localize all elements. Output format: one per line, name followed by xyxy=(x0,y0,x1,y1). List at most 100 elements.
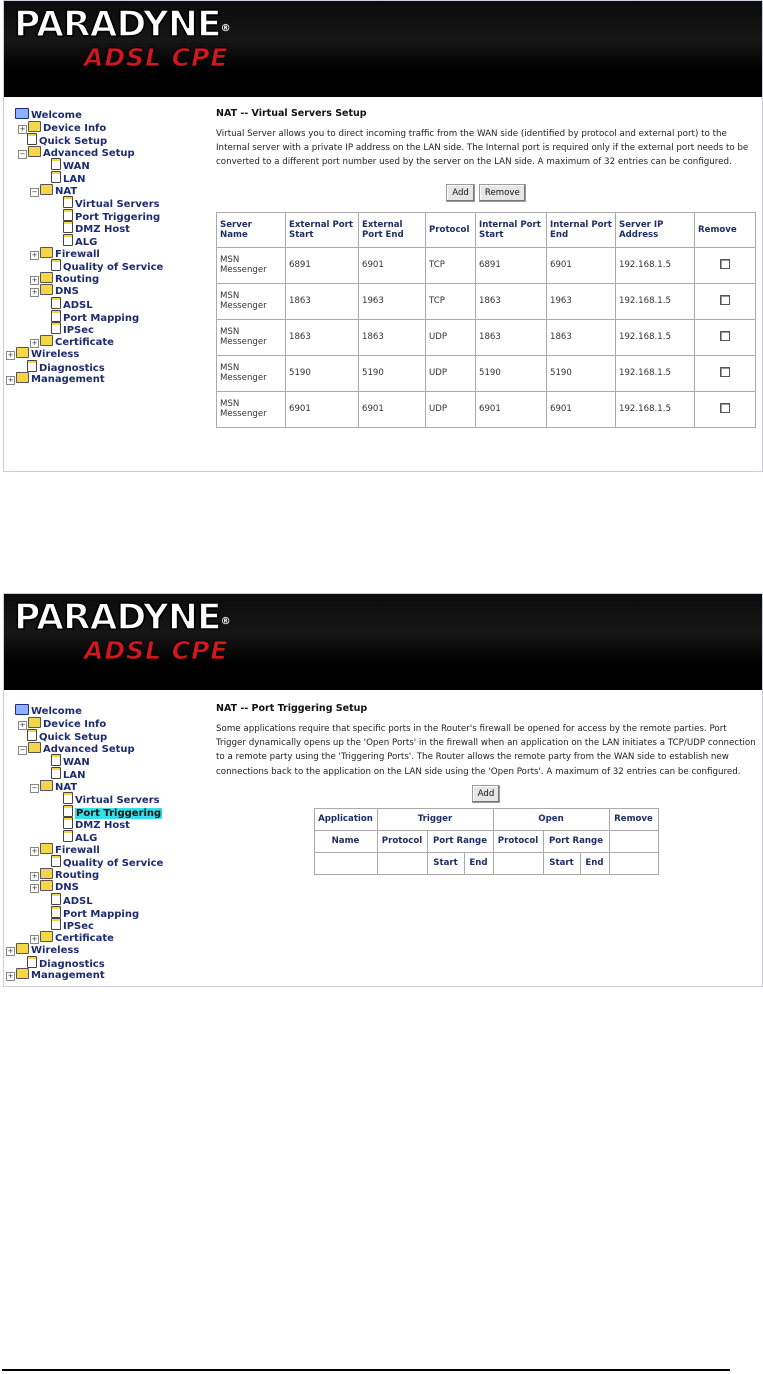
remove-button[interactable]: Remove xyxy=(478,183,526,202)
nav-item-device-info[interactable]: + Device Info xyxy=(6,120,196,134)
nav-item-adsl[interactable]: ADSL xyxy=(6,892,196,907)
nav-item-virtual-servers[interactable]: Virtual Servers xyxy=(6,196,196,210)
nav-item-ipsec[interactable]: IPSec xyxy=(6,322,196,336)
nav-item-virtual-servers[interactable]: Virtual Servers xyxy=(6,792,196,806)
int-port-start-cell: 6891 xyxy=(475,246,547,284)
nav-item-port-mapping[interactable]: Port Mapping xyxy=(6,905,196,920)
nav-item-quality-of-service[interactable]: Quality of Service xyxy=(6,259,196,273)
nav-item-alg[interactable]: ALG xyxy=(6,829,196,844)
nav-item-label: Device Info xyxy=(43,122,107,134)
nav-item-quality-of-service[interactable]: Quality of Service xyxy=(6,855,196,869)
nav-item-firewall[interactable]: + Firewall xyxy=(6,246,196,260)
remove-checkbox[interactable] xyxy=(720,330,730,341)
protocol-cell: UDP xyxy=(425,354,476,392)
computer-icon xyxy=(15,108,29,119)
page-description: Virtual Server allows you to direct inco… xyxy=(216,129,749,168)
nav-item-quick-setup[interactable]: Quick Setup xyxy=(6,133,196,147)
nav-item-routing[interactable]: + Routing xyxy=(6,271,196,285)
nav-item-dns[interactable]: + DNS xyxy=(6,880,196,894)
nav-item-label: NAT xyxy=(55,781,78,793)
remove-checkbox[interactable] xyxy=(720,366,730,377)
protocol-cell: TCP xyxy=(425,246,476,284)
folder-icon xyxy=(16,943,29,955)
page-icon xyxy=(51,296,61,309)
nav-item-quick-setup[interactable]: Quick Setup xyxy=(6,729,196,743)
nav-item-nat[interactable]: − NAT xyxy=(6,779,196,793)
nav-item-label: Certificate xyxy=(55,932,114,944)
nav-item-port-triggering[interactable]: Port Triggering xyxy=(6,804,196,819)
page-title: NAT -- Port Triggering Setup xyxy=(216,703,368,714)
nav-item-ipsec[interactable]: IPSec xyxy=(6,918,196,932)
folder-icon xyxy=(40,880,53,892)
main-content: NAT -- Virtual Servers Setup Virtual Ser… xyxy=(216,108,756,428)
expand-icon[interactable]: + xyxy=(6,376,15,386)
nav-item-diagnostics[interactable]: Diagnostics xyxy=(6,359,196,374)
nav-item-label: Advanced Setup xyxy=(43,147,135,159)
nav-item-welcome[interactable]: Welcome xyxy=(6,108,196,121)
nav-item-dns[interactable]: + DNS xyxy=(6,284,196,298)
nav-item-lan[interactable]: LAN xyxy=(6,170,196,185)
add-button[interactable]: Add xyxy=(446,183,475,202)
page-title: NAT -- Virtual Servers Setup xyxy=(216,108,367,119)
protocol-cell: TCP xyxy=(425,282,476,320)
nav-item-wireless[interactable]: + Wireless xyxy=(6,347,196,361)
nav-item-label: NAT xyxy=(55,185,78,197)
remove-checkbox[interactable] xyxy=(720,258,730,269)
nav-item-nat[interactable]: − NAT xyxy=(6,183,196,197)
col-header: Internal Port End xyxy=(546,211,616,248)
nav-item-device-info[interactable]: + Device Info xyxy=(6,716,196,730)
nav-item-routing[interactable]: + Routing xyxy=(6,867,196,881)
add-button[interactable]: Add xyxy=(471,784,501,803)
server-ip-cell: 192.168.1.5 xyxy=(615,282,695,320)
nav-item-wireless[interactable]: + Wireless xyxy=(6,943,196,957)
page-icon xyxy=(63,829,73,842)
nav-item-lan[interactable]: LAN xyxy=(6,766,196,781)
page-icon xyxy=(51,259,61,272)
ext-port-end-cell: 1863 xyxy=(358,318,426,356)
folder-icon xyxy=(40,271,53,283)
ext-port-start-cell: 1863 xyxy=(285,282,359,320)
nav-item-management[interactable]: + Management xyxy=(6,372,196,386)
nav-item-port-mapping[interactable]: Port Mapping xyxy=(6,309,196,324)
button-row: Add Remove xyxy=(216,183,756,202)
col-header: Start xyxy=(542,851,581,875)
nav-item-certificate[interactable]: + Certificate xyxy=(6,930,196,944)
nav-item-wan[interactable]: WAN xyxy=(6,754,196,768)
nav-item-advanced-setup[interactable]: − Advanced Setup xyxy=(6,145,196,159)
nav-item-port-triggering[interactable]: Port Triggering xyxy=(6,208,196,223)
nav-item-dmz-host[interactable]: DMZ Host xyxy=(6,221,196,235)
folder-open-icon xyxy=(40,183,53,195)
page-icon xyxy=(63,804,73,817)
nav-item-certificate[interactable]: + Certificate xyxy=(6,334,196,348)
nav-item-advanced-setup[interactable]: − Advanced Setup xyxy=(6,741,196,755)
nav-item-management[interactable]: + Management xyxy=(6,968,196,982)
col-header: Application xyxy=(313,807,378,831)
paradyne-logo: PARADYNE® ADSL CPE xyxy=(8,596,240,666)
col-header: External Port End xyxy=(358,211,426,248)
remove-checkbox[interactable] xyxy=(720,294,730,305)
brand-name: PARADYNE xyxy=(13,596,222,639)
main-content: NAT -- Port Triggering Setup Some applic… xyxy=(216,703,756,875)
nav-item-firewall[interactable]: + Firewall xyxy=(6,842,196,856)
page-icon xyxy=(63,792,73,805)
nav-item-label: Certificate xyxy=(55,336,114,348)
server-name-cell: MSN Messenger xyxy=(216,246,286,284)
int-port-start-cell: 6901 xyxy=(475,390,547,428)
nav-item-adsl[interactable]: ADSL xyxy=(6,296,196,311)
folder-icon xyxy=(40,334,53,346)
col-header: Remove xyxy=(608,807,659,831)
table-row: MSN Messenger 6891 6901 TCP 6891 6901 19… xyxy=(216,246,756,284)
nav-item-wan[interactable]: WAN xyxy=(6,158,196,172)
protocol-cell: UDP xyxy=(425,318,476,356)
computer-icon xyxy=(15,704,29,715)
remove-checkbox[interactable] xyxy=(720,402,730,413)
col-header: Trigger xyxy=(376,807,494,831)
col-header: Port Range xyxy=(426,829,494,853)
expand-icon[interactable]: + xyxy=(6,972,15,982)
nav-item-dmz-host[interactable]: DMZ Host xyxy=(6,817,196,831)
nav-item-diagnostics[interactable]: Diagnostics xyxy=(6,955,196,970)
col-header: Port Range xyxy=(542,829,610,853)
nav-item-alg[interactable]: ALG xyxy=(6,233,196,248)
nav-item-welcome[interactable]: Welcome xyxy=(6,704,196,717)
page-icon xyxy=(63,817,73,830)
